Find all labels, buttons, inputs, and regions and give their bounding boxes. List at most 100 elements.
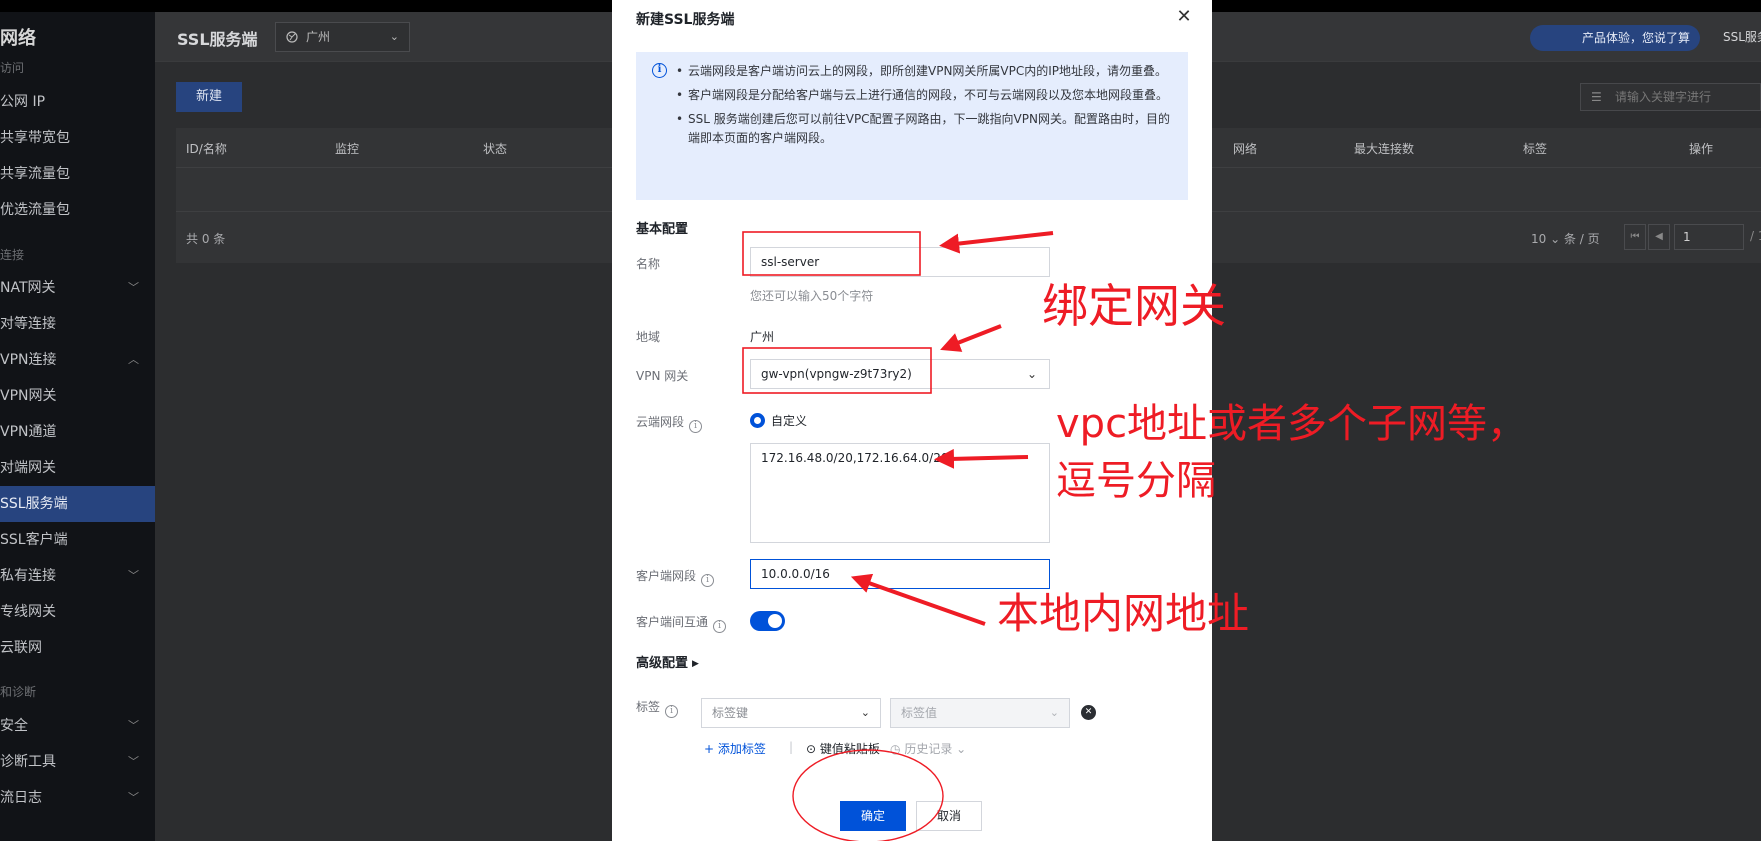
region-select[interactable]: 广州 ⌄ <box>275 22 410 52</box>
sidebar-item[interactable]: 私有连接 ﹀ <box>0 558 155 594</box>
sidebar-item[interactable]: 流日志 ﹀ <box>0 780 155 816</box>
paste-board-text: 键值粘贴板 <box>819 742 880 756</box>
paste-icon: ⊙ <box>806 742 817 756</box>
page-size-unit: 条 / 页 <box>1563 232 1600 246</box>
sidebar-title: 网络 <box>0 28 36 49</box>
column-header-max-connections: 最大连接数 <box>1354 142 1415 156</box>
tag-value-select[interactable]: 标签值 ⌄ <box>890 698 1070 728</box>
paste-board-button[interactable]: ⊙ 键值粘贴板 <box>806 740 880 757</box>
confirm-button[interactable]: 确定 <box>840 801 906 831</box>
history-icon: ◷ <box>890 742 901 756</box>
search-input[interactable]: ☰ 请输入关键字进行 <box>1580 83 1761 111</box>
chevron-down-icon: ﹀ <box>128 569 139 582</box>
custom-radio[interactable]: 自定义 <box>750 412 807 429</box>
help-icon[interactable]: i <box>665 705 679 718</box>
sidebar-item[interactable]: 云联网 <box>0 630 155 666</box>
add-tag-text: 添加标签 <box>717 742 766 756</box>
annotation-local-net: 本地内网地址 <box>997 589 1250 638</box>
vpn-gateway-select[interactable]: gw-vpn(vpngw-z9t73ry2) ⌄ <box>750 359 1050 389</box>
chevron-down-icon: ⌄ <box>1049 706 1059 719</box>
sidebar-item[interactable]: VPN连接 ︿ <box>0 342 155 378</box>
tags-label: 标签 i <box>636 698 679 718</box>
tag-key-placeholder: 标签键 <box>712 706 749 720</box>
new-button[interactable]: 新建 <box>176 82 242 112</box>
sidebar-item[interactable]: 安全 ﹀ <box>0 708 155 744</box>
column-header-tags: 标签 <box>1523 142 1548 156</box>
region-value: 广州 <box>750 330 775 344</box>
chevron-down-icon: ⌄ <box>1026 367 1037 381</box>
chevron-down-icon: ﹀ <box>128 281 139 294</box>
chevron-down-icon: ⌄ <box>389 30 399 43</box>
tag-key-select[interactable]: 标签键 ⌄ <box>701 698 881 728</box>
remove-tag-icon[interactable]: ✕ <box>1081 705 1096 720</box>
advanced-config-toggle[interactable]: 高级配置 ▶ <box>636 652 699 671</box>
sidebar-item[interactable]: SSL客户端 <box>0 522 155 558</box>
sidebar-item[interactable]: 诊断工具 ﹀ <box>0 744 155 780</box>
caret-right-icon: ▶ <box>692 659 699 669</box>
sidebar-group-label: 访问 <box>0 61 25 75</box>
add-tag-link[interactable]: + 添加标签 <box>704 740 766 757</box>
close-icon[interactable]: ✕ <box>1172 6 1196 28</box>
sidebar-item[interactable]: VPN网关 <box>0 378 155 414</box>
sidebar-item[interactable]: 共享流量包 <box>0 156 155 192</box>
history-text: 历史记录 <box>904 742 953 756</box>
sidebar-item-label: 共享流量包 <box>0 166 70 182</box>
client-cidr-input[interactable]: 10.0.0.0/16 <box>750 559 1050 589</box>
region-select-value: 广州 <box>306 30 331 44</box>
sidebar-item[interactable]: 对端网关 <box>0 450 155 486</box>
help-icon[interactable]: i <box>701 574 715 587</box>
sidebar: 网络 访问公网 IP 共享带宽包共享流量包优选流量包连接 NAT网关 ﹀ 对等连接 VPN… <box>0 12 155 841</box>
column-header-actions: 操作 <box>1689 142 1714 156</box>
divider: | <box>789 740 794 754</box>
help-icon[interactable]: i <box>713 620 727 633</box>
sidebar-item[interactable]: NAT网关 ﹀ <box>0 270 155 306</box>
modal-title: 新建SSL服务端 <box>636 12 735 28</box>
sidebar-item[interactable]: 优选流量包 <box>0 192 155 228</box>
client-cidr-label: 客户端网段 i <box>636 567 715 587</box>
column-header-network: 网络 <box>1233 142 1258 156</box>
page-size-value: 10 <box>1531 232 1547 246</box>
page-size-select[interactable]: 10 ⌄ 条 / 页 <box>1531 230 1600 247</box>
page-total: / 1 <box>1750 229 1761 243</box>
column-header-monitor: 监控 <box>335 142 360 156</box>
interconnect-label: 客户端间互通 i <box>636 613 727 633</box>
cloud-cidr-label: 云端网段 i <box>636 413 703 433</box>
sidebar-item[interactable]: 专线网关 <box>0 594 155 630</box>
sidebar-item[interactable]: 共享带宽包 <box>0 120 155 156</box>
sidebar-group-label: 连接 <box>0 248 25 262</box>
page-number-input[interactable]: 1 <box>1674 224 1744 250</box>
sidebar-item-label: VPN通道 <box>0 424 57 440</box>
globe-icon <box>286 23 298 51</box>
sidebar-item[interactable]: 对等连接 <box>0 306 155 342</box>
sidebar-item-label: VPN网关 <box>0 388 57 404</box>
cancel-button[interactable]: 取消 <box>916 801 982 831</box>
chevron-down-icon: ﹀ <box>128 755 139 768</box>
radio-checked-icon <box>750 413 765 428</box>
prev-page-icon[interactable]: ◀ <box>1648 224 1670 250</box>
chevron-down-icon: ﹀ <box>128 791 139 804</box>
notice-item: 客户端网段是分配给客户端与云上进行通信的网段，不可与云端网段以及您本地网段重叠。 <box>676 86 1176 105</box>
sidebar-item-label: SSL客户端 <box>0 532 68 548</box>
interconnect-toggle[interactable] <box>750 611 785 631</box>
name-input[interactable]: ssl-server <box>750 247 1050 277</box>
sidebar-item-label: 优选流量包 <box>0 202 70 218</box>
annotation-vpc-line1: vpc地址或者多个子网等， <box>1056 401 1528 447</box>
tags-label-text: 标签 <box>636 700 661 714</box>
interconnect-label-text: 客户端间互通 <box>636 615 709 629</box>
history-button[interactable]: ◷ 历史记录 ⌄ <box>890 740 966 757</box>
sidebar-item[interactable]: VPN通道 <box>0 414 155 450</box>
sidebar-item[interactable]: 公网 IP <box>0 84 155 120</box>
sidebar-item[interactable]: SSL服务端 <box>0 486 155 522</box>
chevron-up-icon: ︿ <box>128 353 139 366</box>
first-page-icon[interactable]: ⏮ <box>1624 224 1646 250</box>
help-icon[interactable]: i <box>689 420 703 433</box>
client-cidr-label-text: 客户端网段 <box>636 569 697 583</box>
user-label[interactable]: SSL服务 <box>1723 28 1761 45</box>
promo-badge[interactable]: 产品体验，您说了算 <box>1530 25 1700 51</box>
filter-icon: ☰ <box>1591 90 1602 104</box>
sidebar-item-label: 对等连接 <box>0 316 56 332</box>
cloud-cidr-textarea[interactable]: 172.16.48.0/20,172.16.64.0/20 <box>750 443 1050 543</box>
notice-item: 云端网段是客户端访问云上的网段，即所创建VPN网关所属VPC内的IP地址段，请勿… <box>676 62 1176 81</box>
sidebar-item-label: 安全 <box>0 718 28 734</box>
advanced-config-title: 高级配置 <box>636 656 689 671</box>
